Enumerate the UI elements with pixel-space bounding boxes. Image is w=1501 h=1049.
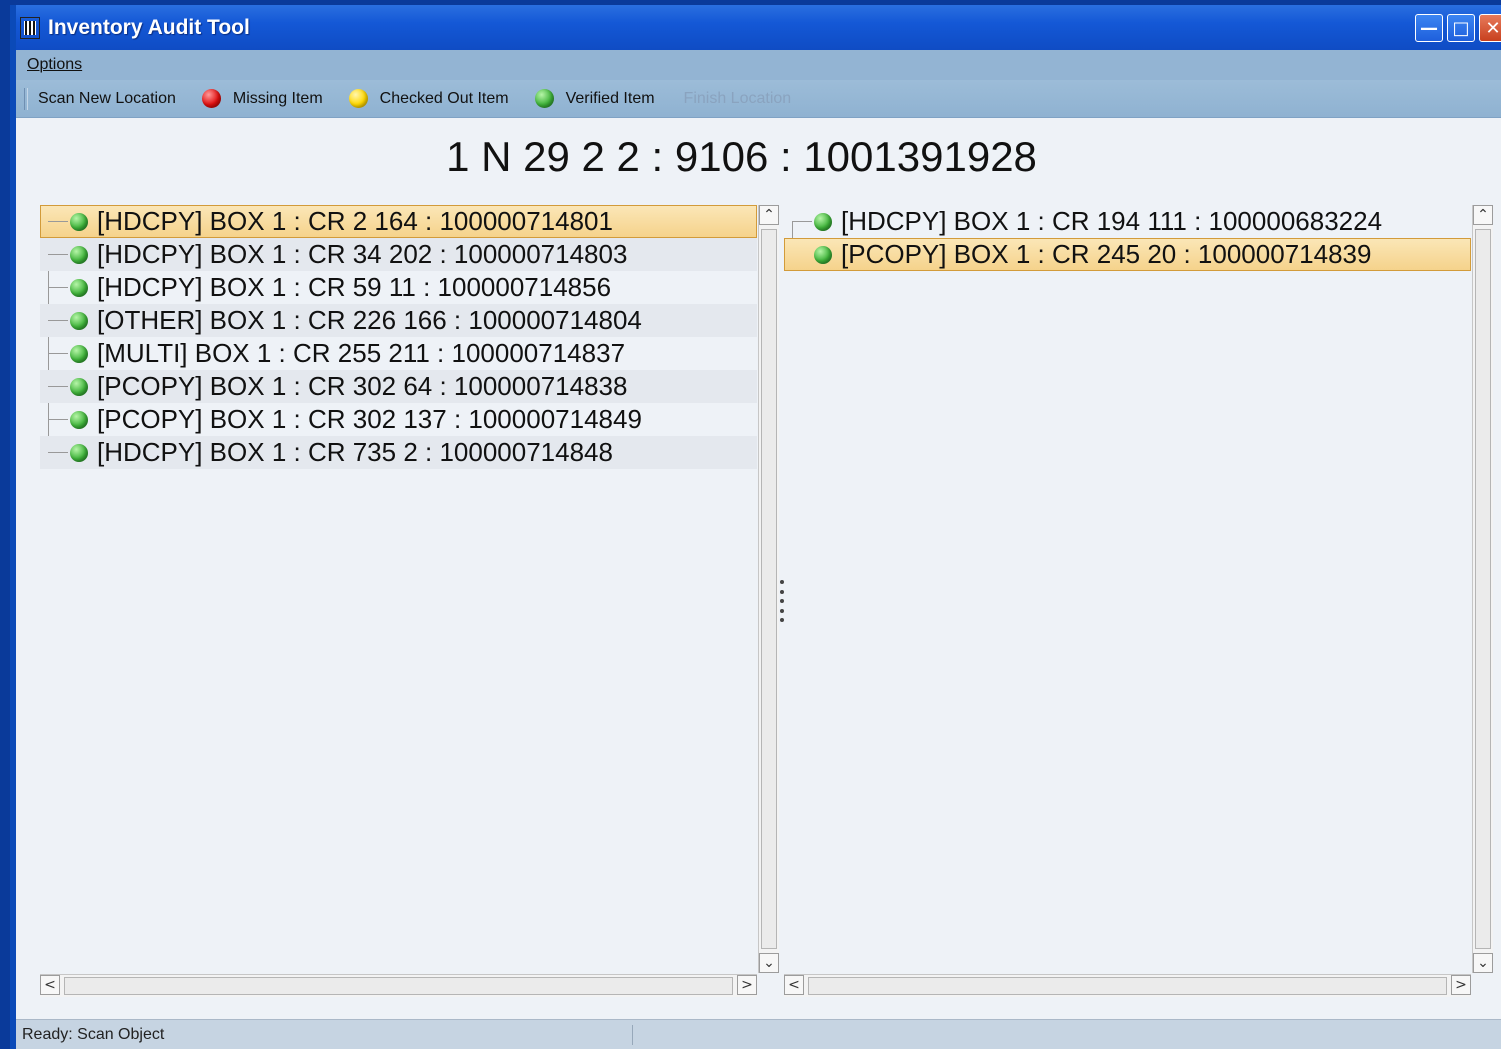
horizontal-scrollbar[interactable]: < >	[784, 974, 1471, 997]
list-item[interactable]: [PCOPY] BOX 1 : CR 302 137 : 10000071484…	[40, 403, 757, 436]
list-item-label: [MULTI] BOX 1 : CR 255 211 : 10000071483…	[97, 338, 626, 368]
scanned-items-list[interactable]: [HDCPY] BOX 1 : CR 194 111 : 10000068322…	[784, 205, 1471, 973]
vertical-scrollbar[interactable]: ⌃ ⌄	[758, 205, 779, 973]
list-item[interactable]: [HDCPY] BOX 1 : CR 34 202 : 100000714803	[40, 238, 757, 271]
scroll-up-button[interactable]: ⌃	[759, 205, 779, 225]
verified-status-icon	[70, 278, 88, 297]
barcode-icon	[20, 16, 40, 39]
missing-item-button[interactable]: Missing Item	[201, 89, 323, 108]
verified-status-icon	[814, 212, 832, 231]
list-item[interactable]: [HDCPY] BOX 1 : CR 194 111 : 10000068322…	[784, 205, 1471, 238]
chevron-right-icon: >	[1455, 977, 1467, 993]
menu-options[interactable]: Options	[27, 56, 82, 74]
list-item[interactable]: [HDCPY] BOX 1 : CR 59 11 : 100000714856	[40, 271, 757, 304]
main-window: Inventory Audit Tool — □ ✕ Options Scan …	[10, 5, 1501, 1049]
red-dot-icon	[201, 89, 221, 108]
scrollbar-track[interactable]	[761, 229, 777, 949]
tree-branch	[48, 205, 70, 238]
toolbar: Scan New Location Missing Item Checked O…	[16, 80, 1501, 118]
tree-branch	[792, 205, 814, 238]
verified-item-button[interactable]: Verified Item	[534, 89, 655, 108]
scroll-down-button[interactable]: ⌄	[1473, 953, 1493, 973]
horizontal-scrollbar[interactable]: < >	[40, 974, 757, 997]
list-item[interactable]: [MULTI] BOX 1 : CR 255 211 : 10000071483…	[40, 337, 757, 370]
list-item-label: [HDCPY] BOX 1 : CR 2 164 : 100000714801	[97, 206, 613, 236]
scroll-up-button[interactable]: ⌃	[1473, 205, 1493, 225]
window-title: Inventory Audit Tool	[48, 15, 250, 39]
verified-status-icon	[70, 410, 88, 429]
list-item[interactable]: [HDCPY] BOX 1 : CR 2 164 : 100000714801	[40, 205, 757, 238]
scroll-right-button[interactable]: >	[1451, 975, 1471, 995]
tree-branch	[48, 238, 70, 271]
scanned-items-pane: [HDCPY] BOX 1 : CR 194 111 : 10000068322…	[784, 205, 1493, 997]
finish-location-button[interactable]: Finish Location	[684, 90, 792, 108]
verified-status-icon	[814, 245, 832, 264]
list-item-label: [PCOPY] BOX 1 : CR 302 64 : 100000714838	[97, 371, 628, 401]
list-item[interactable]: [PCOPY] BOX 1 : CR 302 64 : 100000714838	[40, 370, 757, 403]
chevron-up-icon: ⌃	[763, 207, 775, 223]
title-bar[interactable]: Inventory Audit Tool — □ ✕	[16, 5, 1501, 50]
verified-status-icon	[70, 311, 88, 330]
tree-branch	[48, 403, 70, 436]
scroll-left-button[interactable]: <	[784, 975, 804, 995]
list-item-label: [HDCPY] BOX 1 : CR 59 11 : 100000714856	[97, 272, 612, 302]
vertical-scrollbar[interactable]: ⌃ ⌄	[1472, 205, 1493, 973]
chevron-left-icon: <	[788, 977, 800, 993]
scroll-down-button[interactable]: ⌄	[759, 953, 779, 973]
chevron-up-icon: ⌃	[1477, 207, 1489, 223]
verified-status-icon	[70, 443, 88, 462]
close-button[interactable]: ✕	[1479, 14, 1501, 42]
minimize-button[interactable]: —	[1415, 14, 1443, 42]
checked-out-item-label: Checked Out Item	[379, 89, 509, 107]
list-item-label: [HDCPY] BOX 1 : CR 34 202 : 100000714803	[97, 239, 628, 269]
checked-out-item-button[interactable]: Checked Out Item	[348, 89, 509, 108]
list-item-label: [PCOPY] BOX 1 : CR 302 137 : 10000071484…	[97, 404, 642, 434]
scan-new-location-label: Scan New Location	[38, 89, 176, 107]
maximize-button[interactable]: □	[1447, 14, 1475, 42]
status-divider	[632, 1025, 633, 1045]
missing-item-label: Missing Item	[232, 89, 323, 107]
tree-branch	[48, 271, 70, 304]
location-heading: 1 N 29 2 2 : 9106 : 1001391928	[446, 133, 1037, 180]
minimize-icon: —	[1420, 17, 1438, 39]
chevron-down-icon: ⌄	[763, 955, 775, 971]
scrollbar-track[interactable]	[64, 977, 733, 995]
verified-item-label: Verified Item	[565, 89, 655, 107]
status-bar: Ready: Scan Object	[16, 1019, 1501, 1049]
status-text: Ready: Scan Object	[22, 1025, 165, 1043]
yellow-dot-icon	[348, 89, 368, 108]
list-item[interactable]: [OTHER] BOX 1 : CR 226 166 : 10000071480…	[40, 304, 757, 337]
chevron-down-icon: ⌄	[1477, 955, 1489, 971]
maximize-icon: □	[1452, 17, 1470, 39]
tree-branch	[48, 337, 70, 370]
tree-branch	[48, 436, 70, 469]
chevron-left-icon: <	[44, 977, 56, 993]
expected-items-pane: [HDCPY] BOX 1 : CR 2 164 : 100000714801 …	[40, 205, 779, 997]
finish-location-label: Finish Location	[683, 89, 792, 107]
scroll-left-button[interactable]: <	[40, 975, 60, 995]
scrollbar-track[interactable]	[808, 977, 1447, 995]
list-item-label: [OTHER] BOX 1 : CR 226 166 : 10000071480…	[97, 305, 642, 335]
scrollbar-track[interactable]	[1475, 229, 1491, 949]
chevron-right-icon: >	[741, 977, 753, 993]
scroll-right-button[interactable]: >	[737, 975, 757, 995]
toolbar-separator	[24, 87, 28, 110]
list-item-label: [HDCPY] BOX 1 : CR 735 2 : 100000714848	[97, 437, 613, 467]
list-item-label: [PCOPY] BOX 1 : CR 245 20 : 100000714839	[841, 239, 1372, 269]
menu-bar: Options	[16, 50, 1501, 80]
tree-branch	[48, 304, 70, 337]
verified-status-icon	[70, 344, 88, 363]
expected-items-list[interactable]: [HDCPY] BOX 1 : CR 2 164 : 100000714801 …	[40, 205, 757, 973]
tree-branch	[48, 370, 70, 403]
green-dot-icon	[534, 89, 554, 108]
list-item[interactable]: [HDCPY] BOX 1 : CR 735 2 : 100000714848	[40, 436, 757, 469]
verified-status-icon	[70, 212, 88, 231]
list-item-label: [HDCPY] BOX 1 : CR 194 111 : 10000068322…	[841, 206, 1383, 236]
list-item[interactable]: [PCOPY] BOX 1 : CR 245 20 : 100000714839	[784, 238, 1471, 271]
verified-status-icon	[70, 377, 88, 396]
verified-status-icon	[70, 245, 88, 264]
close-icon: ✕	[1485, 17, 1501, 39]
scan-new-location-button[interactable]: Scan New Location	[38, 90, 176, 108]
